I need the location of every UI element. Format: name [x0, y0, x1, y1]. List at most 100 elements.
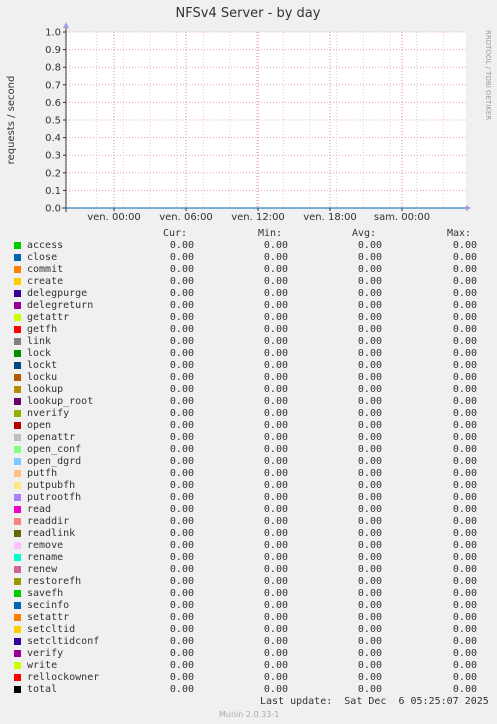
y-tick-label: 0.7 — [45, 80, 61, 91]
legend-max: 0.00 — [452, 324, 477, 335]
legend-name: open_dgrd — [27, 456, 82, 467]
legend-cur: 0.00 — [169, 648, 194, 659]
legend-avg: 0.00 — [357, 468, 382, 479]
legend-swatch — [14, 686, 21, 693]
legend-min: 0.00 — [263, 660, 288, 671]
legend-avg: 0.00 — [357, 456, 382, 467]
legend-cur: 0.00 — [169, 504, 194, 515]
legend-name: openattr — [27, 432, 76, 443]
legend-name: secinfo — [27, 600, 70, 611]
legend-max: 0.00 — [452, 468, 477, 479]
legend-max: 0.00 — [452, 384, 477, 395]
legend-row-open-dgrd: open_dgrd 0.00 0.00 0.00 0.00 — [0, 456, 497, 468]
legend-avg: 0.00 — [357, 360, 382, 371]
legend-min: 0.00 — [263, 396, 288, 407]
legend-max: 0.00 — [452, 576, 477, 587]
legend-min: 0.00 — [263, 384, 288, 395]
y-axis-arrow — [63, 22, 69, 28]
legend-min: 0.00 — [263, 624, 288, 635]
legend-name: lockt — [27, 360, 58, 371]
legend-name: getattr — [27, 312, 70, 323]
legend-min: 0.00 — [263, 336, 288, 347]
legend-name: write — [27, 660, 58, 671]
legend-row-setcltidconf: setcltidconf 0.00 0.00 0.00 0.00 — [0, 636, 497, 648]
legend-cur: 0.00 — [169, 336, 194, 347]
legend-cur: 0.00 — [169, 444, 194, 455]
legend-avg: 0.00 — [357, 312, 382, 323]
y-tick-label: 1.0 — [45, 28, 61, 39]
legend-swatch — [14, 530, 21, 537]
legend-cur: 0.00 — [169, 684, 194, 695]
legend-row-open-conf: open_conf 0.00 0.00 0.00 0.00 — [0, 444, 497, 456]
legend-max: 0.00 — [452, 420, 477, 431]
legend-row-open: open 0.00 0.00 0.00 0.00 — [0, 420, 497, 432]
legend-cur: 0.00 — [169, 384, 194, 395]
legend-cur: 0.00 — [169, 324, 194, 335]
legend-min: 0.00 — [263, 468, 288, 479]
legend-name: delegpurge — [27, 288, 88, 299]
legend-min: 0.00 — [263, 516, 288, 527]
y-axis: 0.0 0.1 0.2 0.3 0.4 0.5 0.6 0.7 0.8 0.9 1.0 — [45, 28, 66, 215]
legend-min: 0.00 — [263, 288, 288, 299]
legend-max: 0.00 — [452, 516, 477, 527]
legend-name: setattr — [27, 612, 70, 623]
legend-row-savefh: savefh 0.00 0.00 0.00 0.00 — [0, 588, 497, 600]
legend-avg: 0.00 — [357, 612, 382, 623]
legend-cur: 0.00 — [169, 588, 194, 599]
legend-avg: 0.00 — [357, 564, 382, 575]
legend-avg: 0.00 — [357, 276, 382, 287]
legend-row-setattr: setattr 0.00 0.00 0.00 0.00 — [0, 612, 497, 624]
legend-max: 0.00 — [452, 552, 477, 563]
legend-cur: 0.00 — [169, 612, 194, 623]
legend-avg: 0.00 — [357, 504, 382, 515]
x-tick-label: ven. 00:00 — [87, 212, 141, 223]
legend-cur: 0.00 — [169, 528, 194, 539]
legend-swatch — [14, 338, 21, 345]
legend-min: 0.00 — [263, 636, 288, 647]
legend-cur: 0.00 — [169, 468, 194, 479]
legend-swatch — [14, 242, 21, 249]
legend-cur: 0.00 — [169, 552, 194, 563]
legend-avg: 0.00 — [357, 624, 382, 635]
legend-swatch — [14, 566, 21, 573]
legend-max: 0.00 — [452, 396, 477, 407]
legend-row-close: close 0.00 0.00 0.00 0.00 — [0, 252, 497, 264]
legend-avg: 0.00 — [357, 408, 382, 419]
legend-row-putpubfh: putpubfh 0.00 0.00 0.00 0.00 — [0, 480, 497, 492]
legend-row-rename: rename 0.00 0.00 0.00 0.00 — [0, 552, 497, 564]
legend-min: 0.00 — [263, 456, 288, 467]
legend-row-lookup: lookup 0.00 0.00 0.00 0.00 — [0, 384, 497, 396]
legend-cur: 0.00 — [169, 672, 194, 683]
legend-name: putpubfh — [27, 480, 76, 491]
legend-cur: 0.00 — [169, 252, 194, 263]
legend-swatch — [14, 638, 21, 645]
y-tick-label: 0.9 — [45, 45, 61, 56]
legend-avg: 0.00 — [357, 660, 382, 671]
legend-name: getfh — [27, 324, 58, 335]
legend-cur: 0.00 — [169, 432, 194, 443]
legend-swatch — [14, 458, 21, 465]
legend-swatch — [14, 650, 21, 657]
legend-min: 0.00 — [263, 504, 288, 515]
legend-header: Cur: Min: Avg: Max: — [0, 228, 497, 240]
legend-avg: 0.00 — [357, 420, 382, 431]
header-min: Min: — [258, 228, 283, 239]
legend-avg: 0.00 — [357, 588, 382, 599]
legend-avg: 0.00 — [357, 240, 382, 251]
legend-cur: 0.00 — [169, 420, 194, 431]
legend-min: 0.00 — [263, 564, 288, 575]
legend-swatch — [14, 614, 21, 621]
legend-row-link: link 0.00 0.00 0.00 0.00 — [0, 336, 497, 348]
legend-min: 0.00 — [263, 672, 288, 683]
legend-max: 0.00 — [452, 648, 477, 659]
legend-cur: 0.00 — [169, 408, 194, 419]
legend-min: 0.00 — [263, 540, 288, 551]
legend-min: 0.00 — [263, 420, 288, 431]
legend-swatch — [14, 578, 21, 585]
legend-row-renew: renew 0.00 0.00 0.00 0.00 — [0, 564, 497, 576]
legend-avg: 0.00 — [357, 264, 382, 275]
legend-row-nverify: nverify 0.00 0.00 0.00 0.00 — [0, 408, 497, 420]
legend-avg: 0.00 — [357, 300, 382, 311]
legend-name: nverify — [27, 408, 70, 419]
legend-max: 0.00 — [452, 288, 477, 299]
